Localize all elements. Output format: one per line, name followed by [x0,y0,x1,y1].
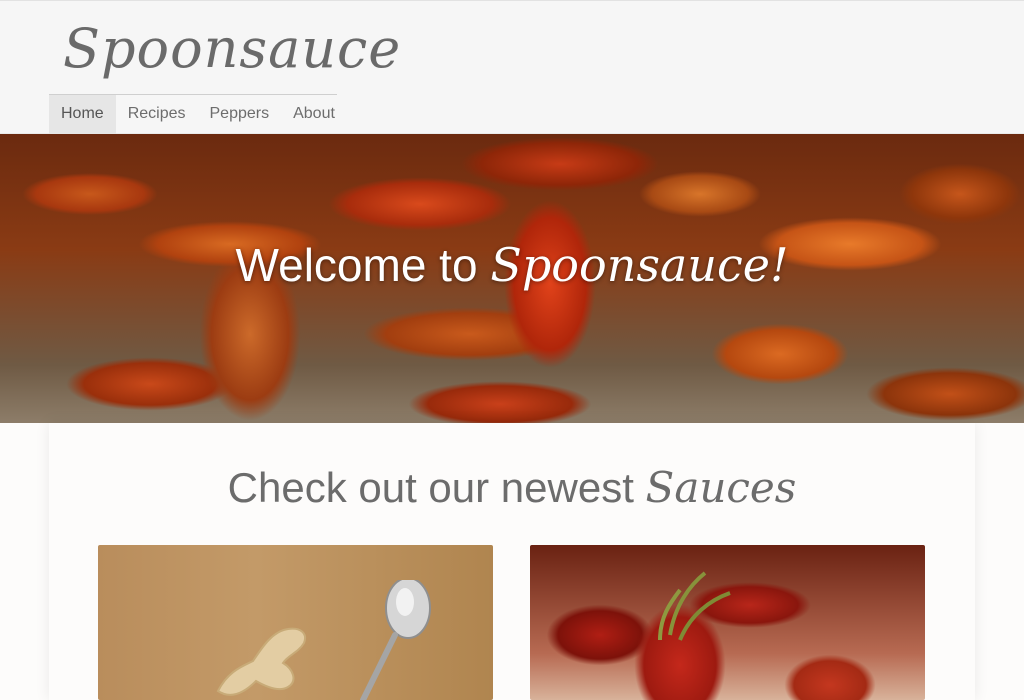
site-header: Spoonsauce Home Recipes Peppers About [0,0,1024,135]
hero-title: Welcome to Spoonsauce! [0,238,1024,292]
section-title-prefix: Check out our newest [227,464,634,511]
sauce-card-ginger[interactable] [98,545,493,700]
section-title: Check out our newest Sauces [49,463,975,512]
hero-banner: Welcome to Spoonsauce! [0,134,1024,423]
section-title-script: Sauces [645,463,797,512]
hero-title-script: Spoonsauce! [490,238,789,292]
nav-item-peppers[interactable]: Peppers [198,95,282,135]
hero-title-prefix: Welcome to [235,239,478,291]
nav-item-about[interactable]: About [281,95,347,135]
site-logo[interactable]: Spoonsauce [63,17,401,80]
main-nav: Home Recipes Peppers About [49,95,347,135]
spoon-image [360,580,431,700]
sauce-card-chili[interactable] [530,545,925,700]
ginger-root-image [216,627,306,696]
nav-item-recipes[interactable]: Recipes [116,95,198,135]
nav-item-home[interactable]: Home [49,95,116,135]
content-panel: Check out our newest Sauces [49,423,975,700]
chili-stems-image [658,571,731,641]
